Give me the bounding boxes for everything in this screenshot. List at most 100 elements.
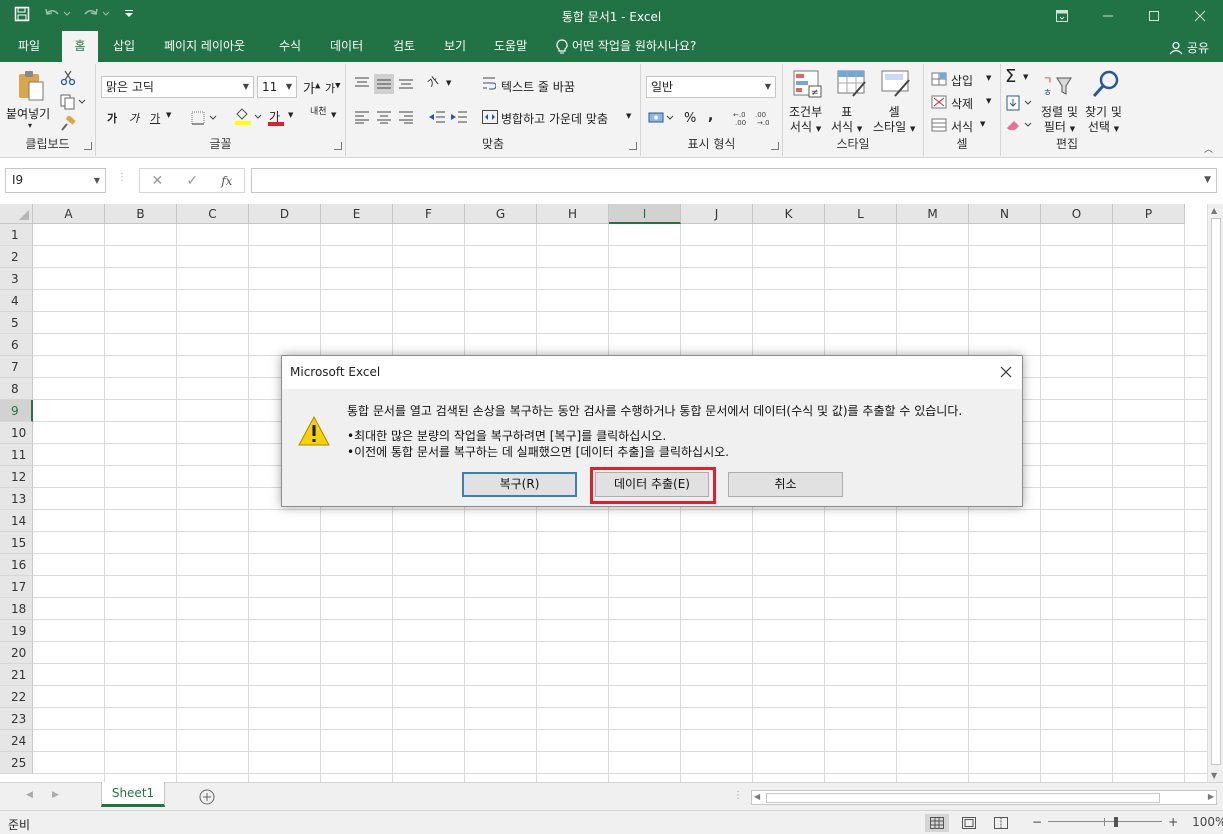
orientation-dropdown-icon[interactable]: ▼	[446, 79, 451, 87]
clear-icon[interactable]	[1006, 117, 1034, 136]
underline-dropdown-icon[interactable]: ▼	[166, 111, 171, 119]
phonetic-dropdown-icon[interactable]: ▼	[331, 111, 336, 119]
column-header-o[interactable]: O	[1041, 204, 1113, 224]
conditional-format-button[interactable]: 조건부 서식 ▼	[789, 105, 822, 137]
row-header-8[interactable]: 8	[0, 378, 33, 400]
zoom-slider[interactable]	[1048, 815, 1163, 829]
column-header-e[interactable]: E	[321, 204, 393, 224]
page-break-view-icon[interactable]	[989, 814, 1013, 832]
font-size-combo[interactable]: 11 ▼	[257, 76, 297, 98]
row-header-23[interactable]: 23	[0, 708, 33, 730]
tab-formulas[interactable]: 수식	[271, 31, 309, 62]
find-select-button[interactable]: 찾기 및 선택 ▼	[1085, 105, 1122, 137]
add-sheet-icon[interactable]	[199, 789, 215, 808]
align-middle-icon[interactable]	[374, 74, 394, 94]
font-launcher-icon[interactable]	[334, 142, 342, 150]
zoom-level[interactable]: 100%	[1192, 815, 1223, 829]
percent-style-button[interactable]: %	[684, 111, 696, 126]
zoom-out-icon[interactable]: −	[1032, 815, 1042, 829]
row-header-22[interactable]: 22	[0, 686, 33, 708]
cell-styles-icon[interactable]	[881, 70, 911, 101]
cancel-button[interactable]: 취소	[728, 472, 843, 497]
wrap-text-icon[interactable]	[482, 76, 497, 95]
find-select-icon[interactable]	[1091, 69, 1121, 102]
row-header-1[interactable]: 1	[0, 224, 33, 246]
dialog-close-icon[interactable]	[999, 365, 1013, 379]
tab-insert[interactable]: 삽입	[105, 31, 143, 62]
grow-font-button[interactable]: 가▲	[303, 78, 320, 97]
phonetic-button[interactable]: 내천	[310, 107, 327, 117]
alignment-launcher-icon[interactable]	[629, 142, 637, 150]
paste-dropdown-icon[interactable]: ▾	[28, 121, 32, 130]
column-header-a[interactable]: A	[33, 204, 105, 224]
row-header-21[interactable]: 21	[0, 664, 33, 686]
expand-formula-icon[interactable]: ▼	[1204, 175, 1211, 185]
horizontal-scrollbar[interactable]: ◀ ▶	[751, 790, 1217, 805]
accounting-format-icon[interactable]	[648, 110, 676, 129]
format-cells-icon[interactable]	[931, 118, 947, 135]
vertical-scrollbar[interactable]: ▲ ▼	[1207, 204, 1223, 782]
delete-cells-button[interactable]: 삭제	[951, 95, 973, 112]
column-header-f[interactable]: F	[393, 204, 465, 224]
row-header-5[interactable]: 5	[0, 312, 33, 334]
row-header-13[interactable]: 13	[0, 488, 33, 510]
column-header-d[interactable]: D	[249, 204, 321, 224]
repair-button[interactable]: 복구(R)	[462, 472, 577, 497]
scroll-up-icon[interactable]: ▲	[1211, 206, 1217, 215]
insert-cells-icon[interactable]	[931, 72, 947, 89]
row-header-18[interactable]: 18	[0, 598, 33, 620]
align-right-icon[interactable]	[398, 110, 414, 127]
decrease-indent-icon[interactable]	[428, 110, 446, 127]
save-icon[interactable]	[14, 6, 30, 22]
column-header-b[interactable]: B	[105, 204, 177, 224]
column-header-k[interactable]: K	[753, 204, 825, 224]
delete-dropdown-icon[interactable]: ▼	[986, 97, 991, 105]
row-header-12[interactable]: 12	[0, 466, 33, 488]
sheet-tab-sheet1[interactable]: Sheet1	[101, 782, 165, 807]
minimize-icon[interactable]	[1085, 0, 1131, 31]
copy-icon[interactable]	[60, 94, 86, 113]
cancel-entry-icon[interactable]: ✕	[152, 173, 164, 189]
underline-button[interactable]: 가	[150, 110, 160, 126]
number-launcher-icon[interactable]	[771, 142, 779, 150]
prev-sheet-icon[interactable]: ◀	[26, 790, 33, 800]
conditional-format-icon[interactable]: ≠	[793, 70, 823, 101]
paste-button[interactable]: 붙여넣기	[6, 105, 50, 122]
insert-function-button[interactable]: fx	[221, 174, 232, 188]
close-window-icon[interactable]	[1177, 0, 1223, 31]
column-header-g[interactable]: G	[465, 204, 537, 224]
delete-cells-icon[interactable]	[931, 95, 947, 112]
collapse-ribbon-icon[interactable]: ︿	[1204, 142, 1213, 155]
borders-icon[interactable]	[191, 111, 219, 128]
normal-view-icon[interactable]	[925, 814, 949, 832]
autosum-icon[interactable]: Σ	[1005, 66, 1016, 87]
increase-decimal-icon[interactable]: ←.0.00	[733, 109, 751, 130]
share-button[interactable]: 공유	[1169, 39, 1209, 56]
zoom-in-icon[interactable]: +	[1168, 815, 1178, 829]
merge-dropdown-icon[interactable]: ▼	[626, 112, 631, 120]
clipboard-launcher-icon[interactable]	[84, 142, 92, 150]
scroll-left-icon[interactable]: ◀	[754, 792, 760, 801]
comma-style-button[interactable]: ,	[708, 108, 713, 124]
align-top-icon[interactable]	[354, 76, 370, 93]
align-left-icon[interactable]	[354, 110, 370, 127]
row-header-3[interactable]: 3	[0, 268, 33, 290]
tell-me-search[interactable]: 어떤 작업을 원하시나요?	[548, 31, 704, 62]
align-bottom-icon[interactable]	[398, 76, 414, 93]
fill-color-icon[interactable]	[234, 108, 264, 129]
select-all-corner[interactable]	[0, 204, 33, 224]
font-name-combo[interactable]: 맑은 고딕 ▼	[101, 76, 254, 98]
column-header-h[interactable]: H	[537, 204, 609, 224]
row-header-2[interactable]: 2	[0, 246, 33, 268]
column-header-i[interactable]: I	[609, 204, 681, 224]
font-color-dropdown-icon[interactable]: ▼	[288, 111, 293, 119]
vertical-scroll-thumb[interactable]	[1211, 218, 1221, 765]
row-header-7[interactable]: 7	[0, 356, 33, 378]
increase-indent-icon[interactable]	[450, 110, 468, 127]
format-as-table-button[interactable]: 표 서식 ▼	[831, 105, 862, 137]
formula-input[interactable]: ▼	[251, 168, 1217, 193]
align-center-icon[interactable]	[376, 110, 392, 127]
scroll-down-icon[interactable]: ▼	[1211, 771, 1217, 780]
tab-help[interactable]: 도움말	[486, 31, 535, 62]
format-cells-button[interactable]: 서식	[951, 118, 973, 135]
